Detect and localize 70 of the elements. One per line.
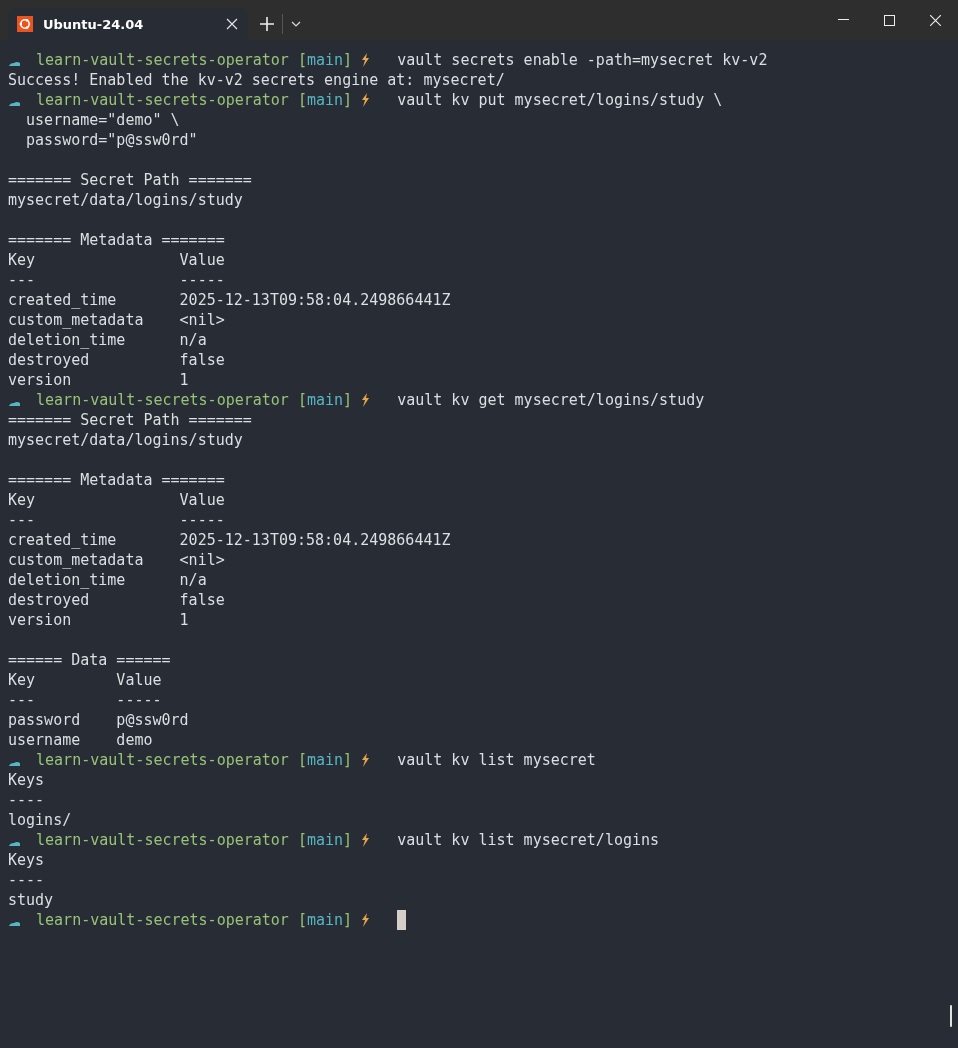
- output-line: deletion_time n/a: [8, 330, 207, 350]
- cloud-icon: [9, 60, 20, 66]
- chevron-down-icon[interactable]: [291, 21, 301, 27]
- output-line: password="p@ssw0rd": [25, 130, 198, 150]
- output-line: version 1: [8, 370, 189, 390]
- lightning-icon: [361, 833, 371, 847]
- git-branch: [main]: [297, 50, 353, 70]
- output-line: ----: [8, 790, 45, 810]
- output-line: mysecret/data/logins/study: [8, 190, 243, 210]
- output-line: --- -----: [8, 510, 225, 530]
- output-line: custom_metadata <nil>: [8, 310, 225, 330]
- new-tab-icon[interactable]: [260, 17, 274, 31]
- terminal-tab[interactable]: Ubuntu-24.04: [8, 8, 248, 40]
- close-tab-icon[interactable]: [226, 18, 238, 30]
- lightning-icon: [361, 93, 371, 107]
- output-line: ====== Data ======: [8, 650, 171, 670]
- output-line: version 1: [8, 610, 189, 630]
- output-line: Keys: [8, 850, 45, 870]
- git-branch: [main]: [297, 830, 353, 850]
- output-line: ======= Secret Path =======: [8, 410, 252, 430]
- lightning-icon: [361, 53, 371, 67]
- prompt-directory: learn-vault-secrets-operator: [36, 910, 289, 930]
- ubuntu-logo-icon: [17, 16, 33, 32]
- lightning-icon: [361, 913, 371, 927]
- output-line: created_time 2025-12-13T09:58:04.249866441Z: [8, 290, 451, 310]
- cloud-icon: [9, 920, 20, 926]
- output-line: username="demo" \: [25, 110, 180, 130]
- command-text: vault kv list mysecret/logins: [397, 830, 660, 850]
- prompt-directory: learn-vault-secrets-operator: [36, 90, 289, 110]
- output-line: --- -----: [8, 270, 225, 290]
- command-text: vault kv get mysecret/logins/study: [397, 390, 705, 410]
- cloud-icon: [9, 100, 20, 106]
- git-branch: [main]: [297, 390, 353, 410]
- output-line: Success! Enabled the kv-v2 secrets engine at: mysecret/: [8, 70, 505, 90]
- command-text: vault kv put mysecret/logins/study \: [397, 90, 723, 110]
- command-text: vault kv list mysecret: [397, 750, 596, 770]
- output-line: ======= Metadata =======: [8, 470, 225, 490]
- cloud-icon: [9, 840, 20, 846]
- git-branch: [main]: [297, 750, 353, 770]
- prompt-directory: learn-vault-secrets-operator: [36, 390, 289, 410]
- output-line: password p@ssw0rd: [8, 710, 189, 730]
- output-line: --- -----: [8, 690, 162, 710]
- command-text: vault secrets enable -path=mysecret kv-v2: [397, 50, 768, 70]
- prompt-directory: learn-vault-secrets-operator: [36, 50, 289, 70]
- lightning-icon: [361, 393, 371, 407]
- cloud-icon: [9, 760, 20, 766]
- git-branch: [main]: [297, 910, 353, 930]
- output-line: Keys: [8, 770, 45, 790]
- prompt-directory: learn-vault-secrets-operator: [36, 750, 289, 770]
- scrollbar[interactable]: [950, 1005, 952, 1027]
- git-branch: [main]: [297, 90, 353, 110]
- output-line: custom_metadata <nil>: [8, 550, 225, 570]
- output-line: study: [8, 890, 54, 910]
- output-line: created_time 2025-12-13T09:58:04.249866441Z: [8, 530, 451, 550]
- cloud-icon: [9, 400, 20, 406]
- output-line: Key Value: [8, 250, 225, 270]
- output-line: Key Value: [8, 670, 162, 690]
- output-line: logins/: [8, 810, 72, 830]
- lightning-icon: [361, 753, 371, 767]
- output-line: ======= Metadata =======: [8, 230, 225, 250]
- output-line: destroyed false: [8, 590, 225, 610]
- output-line: destroyed false: [8, 350, 225, 370]
- output-line: ----: [8, 870, 45, 890]
- output-line: ======= Secret Path =======: [8, 170, 252, 190]
- tab-title: Ubuntu-24.04: [43, 16, 145, 32]
- output-line: mysecret/data/logins/study: [8, 430, 243, 450]
- output-line: deletion_time n/a: [8, 570, 207, 590]
- prompt-directory: learn-vault-secrets-operator: [36, 830, 289, 850]
- output-line: username demo: [8, 730, 153, 750]
- output-line: Key Value: [8, 490, 225, 510]
